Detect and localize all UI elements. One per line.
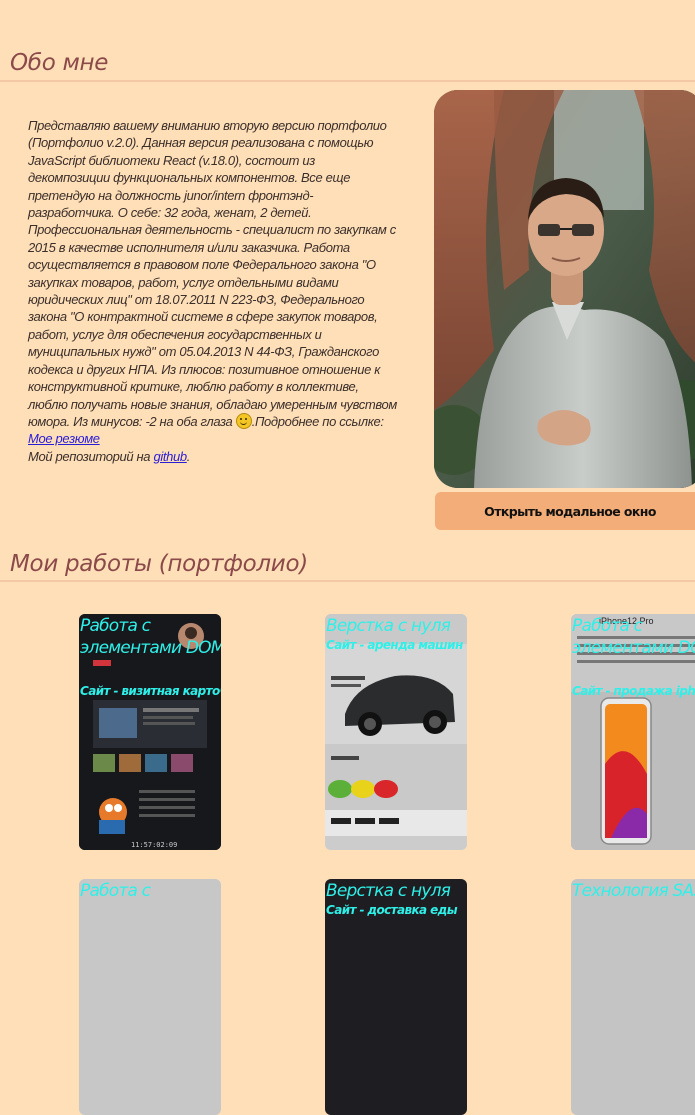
github-link[interactable]: github	[153, 449, 187, 464]
card-clock: 11:57:02:09	[131, 841, 178, 849]
portfolio-card-iphone-shop[interactable]: iPhone12 Pro Работа с элементами DOM Сай…	[571, 614, 695, 850]
card-subtitle: Сайт - визитная карточка	[80, 684, 221, 698]
about-divider	[0, 80, 695, 82]
portfolio-card-food-delivery[interactable]: Верстка с нуля Сайт - доставка еды	[325, 879, 467, 1115]
profile-photo	[434, 90, 695, 488]
resume-prefix: .Подробнее по ссылке:	[251, 413, 384, 429]
card-title: Верстка с нуля	[326, 616, 451, 636]
portfolio-card-dom-2[interactable]: Работа с	[79, 879, 221, 1115]
card-subtitle: Сайт - продажа iphone	[572, 684, 695, 698]
card-subtitle: Сайт - аренда машин	[326, 638, 463, 652]
portfolio-card-business-card[interactable]: Работа с элементами DOM Сайт - визитная …	[79, 614, 221, 850]
profile-photo-image	[434, 90, 695, 488]
works-title: Мои работы (портфолио)	[10, 551, 308, 577]
about-bio: Представляю вашему вниманию вторую верси…	[28, 117, 398, 465]
card-title: Работа с	[80, 881, 151, 901]
card-title: Работа с элементами DOM	[80, 616, 221, 658]
portfolio-card-sass[interactable]: Технология SASS	[571, 879, 695, 1115]
card-title: Работа с элементами DOM	[572, 616, 695, 658]
repo-prefix: Мой репозиторий на	[28, 448, 154, 464]
card-title: Верстка с нуля	[326, 881, 451, 901]
works-divider	[0, 580, 695, 582]
resume-link[interactable]: Мое резюме	[28, 431, 100, 446]
about-title: Обо мне	[10, 50, 109, 76]
smiley-icon	[235, 412, 252, 429]
portfolio-card-car-rental[interactable]: Верстка с нуля Сайт - аренда машин	[325, 614, 467, 850]
open-modal-button[interactable]: Открыть модальное окно	[435, 492, 695, 530]
bio-text: Представляю вашему вниманию вторую верси…	[28, 118, 397, 429]
card-title: Технология SASS	[572, 881, 695, 901]
repo-suffix: .	[186, 448, 191, 464]
